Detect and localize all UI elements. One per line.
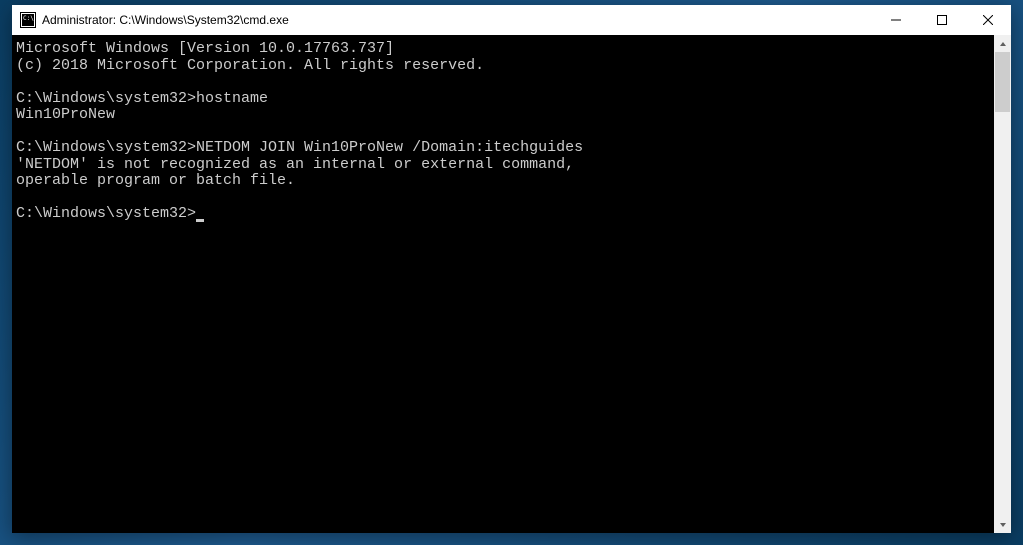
titlebar[interactable]: C:\ Administrator: C:\Windows\System32\c… — [12, 5, 1011, 35]
window-title: Administrator: C:\Windows\System32\cmd.e… — [42, 13, 289, 27]
prompt-line: C:\Windows\system32> — [16, 205, 196, 222]
maximize-button[interactable] — [919, 5, 965, 35]
minimize-button[interactable] — [873, 5, 919, 35]
output-line: Win10ProNew — [16, 106, 115, 123]
console-output[interactable]: Microsoft Windows [Version 10.0.17763.73… — [12, 35, 994, 533]
prompt-line: C:\Windows\system32>hostname — [16, 90, 268, 107]
error-line: 'NETDOM' is not recognized as an interna… — [16, 156, 574, 173]
scroll-down-button[interactable] — [994, 516, 1011, 533]
banner-line: (c) 2018 Microsoft Corporation. All righ… — [16, 57, 484, 74]
prompt-line: C:\Windows\system32>NETDOM JOIN Win10Pro… — [16, 139, 583, 156]
cursor — [196, 219, 204, 222]
window-controls — [873, 5, 1011, 35]
scrollbar-thumb[interactable] — [995, 52, 1010, 112]
cmd-window: C:\ Administrator: C:\Windows\System32\c… — [12, 5, 1011, 533]
cmd-icon: C:\ — [20, 12, 36, 28]
scrollbar[interactable] — [994, 35, 1011, 533]
close-button[interactable] — [965, 5, 1011, 35]
scroll-up-button[interactable] — [994, 35, 1011, 52]
banner-line: Microsoft Windows [Version 10.0.17763.73… — [16, 40, 394, 57]
console-area: Microsoft Windows [Version 10.0.17763.73… — [12, 35, 1011, 533]
svg-text:C:\: C:\ — [23, 15, 34, 22]
error-line: operable program or batch file. — [16, 172, 295, 189]
